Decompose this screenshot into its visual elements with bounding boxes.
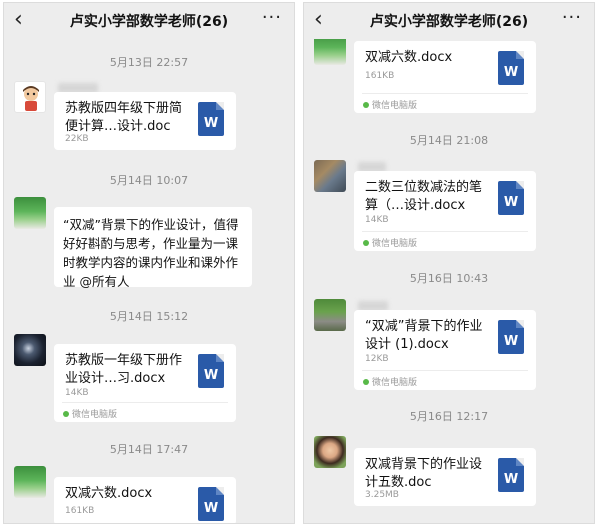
file-message[interactable]: 苏教版一年级下册作业设计…习.docx 14KB W 微信电脑版 [54, 344, 236, 422]
dark-avatar[interactable] [14, 334, 46, 366]
file-message[interactable]: “双减”背景下的作业设计 (1).docx 12KB W 微信电脑版 [354, 310, 536, 390]
file-size: 12KB [365, 354, 389, 364]
more-icon[interactable]: ··· [262, 7, 282, 28]
timestamp: 5月13日 22:57 [109, 56, 189, 69]
divider [362, 231, 528, 232]
file-name: 双减背景下的作业设计五数.doc [365, 457, 483, 490]
chat-title: 卢实小学部数学老师(26) [369, 14, 529, 30]
file-message[interactable]: 双减六数.docx 161KB W [54, 477, 236, 523]
timestamp: 5月16日 12:17 [409, 410, 489, 423]
chat-panel-right: 双减六数.docx 161KB W 微信电脑版 ‹ 卢实小学部数学老师(26) … [303, 2, 595, 524]
word-file-icon: W [498, 181, 524, 215]
divider [362, 370, 528, 371]
file-name: 双减六数.docx [65, 486, 153, 501]
file-name: “双减”背景下的作业设计 (1).docx [365, 319, 483, 352]
file-message[interactable]: 苏教版四年级下册简便计算…设计.doc 22KB W [54, 92, 236, 150]
chat-title: 卢实小学部数学老师(26) [69, 14, 229, 30]
file-name: 苏教版一年级下册作业设计…习.docx [65, 353, 183, 386]
text-message[interactable]: “双减”背景下的作业设计，值得好好斟酌与思考，作业量为一课时教学内容的课内作业和… [54, 207, 252, 289]
more-icon[interactable]: ··· [562, 7, 582, 28]
plant-avatar[interactable] [14, 197, 46, 229]
plant-avatar[interactable] [14, 466, 46, 498]
chat-panel-left: ‹ 卢实小学部数学老师(26) ··· 5月13日 22:57 苏教版四年级下册… [3, 2, 295, 524]
chat-header: ‹ 卢实小学部数学老师(26) ··· [304, 3, 594, 39]
timestamp: 5月16日 10:43 [409, 272, 489, 285]
woman-avatar[interactable] [314, 436, 346, 468]
file-size: 161KB [65, 506, 95, 516]
file-source: 微信电脑版 [363, 375, 417, 388]
file-size: 3.25MB [365, 490, 399, 500]
chat-header: ‹ 卢实小学部数学老师(26) ··· [4, 3, 294, 39]
word-file-icon: W [498, 458, 524, 492]
word-file-icon: W [198, 102, 224, 136]
divider [362, 93, 528, 94]
file-name: 苏教版四年级下册简便计算…设计.doc [65, 101, 183, 134]
file-name: 二数三位数减法的笔算（…设计.docx [365, 180, 483, 213]
divider [62, 402, 228, 403]
wechat-pc-icon [363, 240, 369, 246]
file-size: 161KB [365, 71, 395, 81]
road-avatar[interactable] [314, 299, 346, 331]
file-message[interactable]: 双减背景下的作业设计五数.doc 3.25MB W [354, 448, 536, 506]
rocks-avatar[interactable] [314, 160, 346, 192]
word-file-icon: W [198, 487, 224, 521]
timestamp: 5月14日 15:12 [109, 310, 189, 323]
cartoon-avatar[interactable] [14, 81, 46, 113]
word-file-icon: W [498, 51, 524, 85]
file-source: 微信电脑版 [363, 236, 417, 249]
timestamp: 5月14日 17:47 [109, 443, 189, 456]
file-name: 双减六数.docx [365, 50, 453, 65]
timestamp: 5月14日 10:07 [109, 174, 189, 187]
wechat-pc-icon [363, 102, 369, 108]
file-size: 14KB [365, 215, 389, 225]
file-source: 微信电脑版 [363, 98, 417, 111]
wechat-pc-icon [363, 379, 369, 385]
file-source: 微信电脑版 [63, 407, 117, 420]
file-size: 14KB [65, 388, 89, 398]
file-size: 22KB [65, 134, 89, 144]
word-file-icon: W [498, 320, 524, 354]
file-message[interactable]: 双减六数.docx 161KB W 微信电脑版 [354, 41, 536, 113]
timestamp: 5月14日 21:08 [409, 134, 489, 147]
file-message[interactable]: 二数三位数减法的笔算（…设计.docx 14KB W 微信电脑版 [354, 171, 536, 251]
wechat-pc-icon [63, 411, 69, 417]
word-file-icon: W [198, 354, 224, 388]
